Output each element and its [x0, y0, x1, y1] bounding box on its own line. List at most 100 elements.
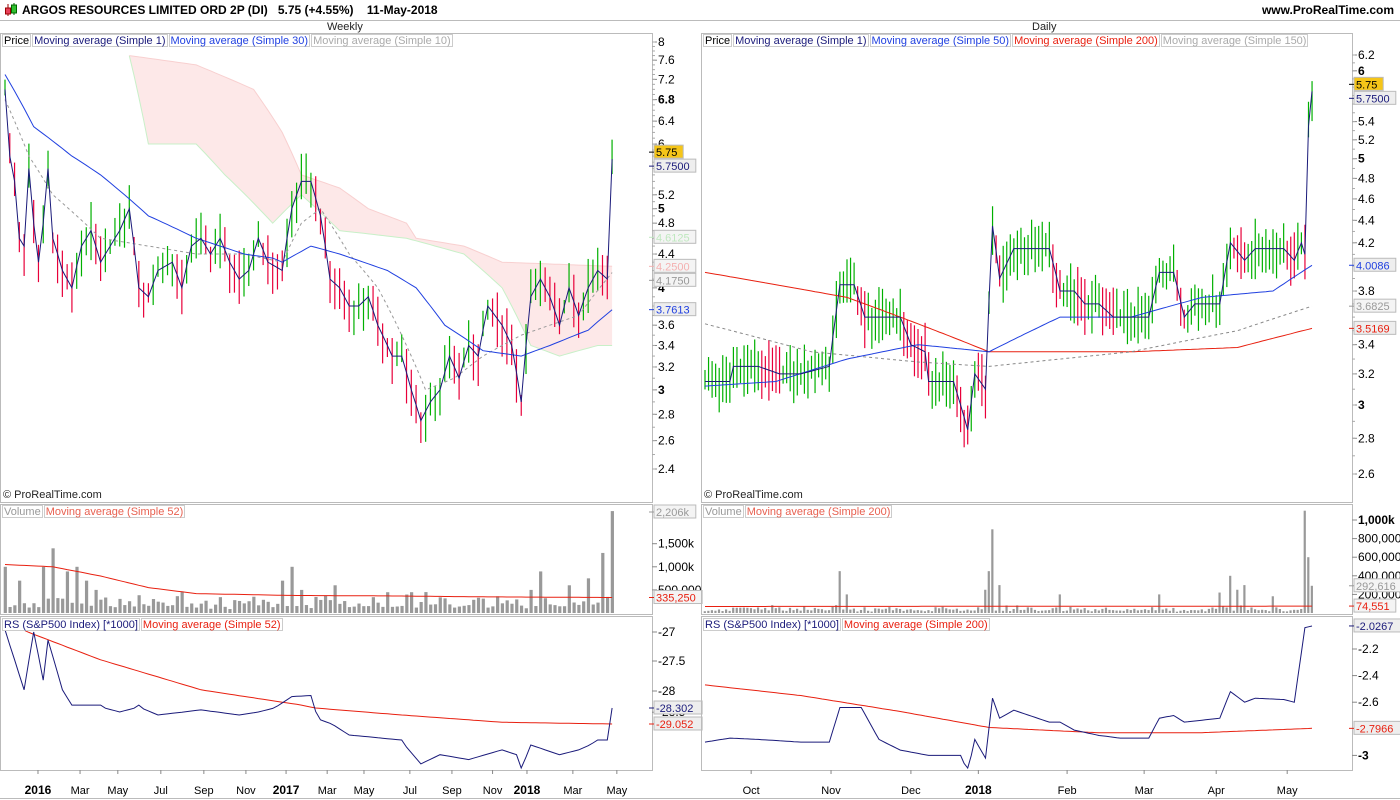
daily-volume-bar	[1307, 557, 1310, 613]
weekly-volume-bar	[519, 605, 524, 613]
daily-volume-bar	[1268, 611, 1271, 613]
daily-volume-bar	[966, 609, 969, 613]
weekly-volume-bar	[56, 598, 60, 613]
weekly-volume-bar	[142, 604, 146, 613]
legend-ma30[interactable]: Moving average (Simple 30)	[168, 34, 311, 47]
daily-volume-bar	[1296, 609, 1299, 613]
weekly-volume-bar	[323, 595, 328, 613]
legend-volume-ma[interactable]: Moving average (Simple 200)	[744, 505, 893, 518]
legend-rs-ma[interactable]: Moving average (Simple 52)	[140, 618, 283, 631]
weekly-volume-bar	[280, 580, 285, 613]
legend-volume[interactable]: Volume	[703, 505, 744, 518]
daily-volume-bar	[1257, 610, 1260, 613]
daily-volume-bar	[831, 606, 834, 613]
weekly-volume-bar	[261, 599, 266, 613]
weekly-price-tag: 5.7500	[656, 161, 690, 173]
daily-volume-bar	[867, 610, 870, 613]
weekly-volume-bar	[276, 603, 280, 613]
daily-volume-bar	[916, 610, 919, 613]
daily-volume-bar	[1019, 609, 1022, 613]
weekly-price-tick-label: 8	[658, 35, 665, 49]
weekly-x-tick-label: Mar	[563, 785, 582, 797]
daily-volume-bar	[920, 610, 923, 613]
weekly-volume-bar	[190, 603, 194, 613]
daily-volume-bar	[703, 611, 706, 613]
daily-volume-bar	[1278, 609, 1281, 613]
weekly-volume-bar	[194, 607, 199, 613]
daily-volume-bar	[1243, 585, 1246, 613]
daily-volume-bar	[1197, 610, 1200, 613]
legend-ma50[interactable]: Moving average (Simple 50)	[869, 34, 1012, 47]
daily-volume-bar	[1222, 606, 1225, 613]
weekly-volume-bar	[37, 607, 41, 613]
weekly-price-tick-label: 2.6	[658, 434, 675, 448]
daily-volume-bar	[710, 610, 713, 613]
daily-volume-bar	[1108, 609, 1111, 613]
daily-volume-bar	[884, 608, 887, 613]
legend-ma200[interactable]: Moving average (Simple 200)	[1012, 34, 1160, 47]
daily-volume-bar	[1076, 608, 1079, 613]
weekly-volume-bar	[266, 601, 270, 613]
legend-ma10[interactable]: Moving average (Simple 10)	[311, 34, 453, 47]
weekly-x-tick-label: May	[354, 785, 375, 797]
weekly-volume-bar	[510, 603, 514, 613]
daily-volume-bar	[1200, 609, 1203, 613]
weekly-volume-bar	[108, 606, 113, 613]
weekly-rs-tag: -28.302	[656, 703, 693, 715]
daily-volume-bar	[930, 611, 934, 613]
daily-volume-bar	[1140, 609, 1143, 613]
daily-price-tag: 3.6825	[1356, 301, 1390, 313]
daily-volume-bar	[813, 607, 816, 613]
weekly-volume-bar	[586, 578, 591, 613]
legend-volume[interactable]: Volume	[2, 505, 43, 518]
daily-volume-tag: 74,551	[1356, 601, 1390, 613]
daily-volume-bar	[1236, 589, 1239, 613]
legend-volume-ma[interactable]: Moving average (Simple 52)	[43, 505, 186, 518]
daily-volume-bar	[1133, 608, 1136, 613]
legend-ma1[interactable]: Moving average (Simple 1)	[733, 34, 869, 47]
weekly-volume-bar	[338, 603, 342, 613]
daily-volume-bar	[1232, 610, 1235, 613]
daily-volume-bar	[955, 608, 958, 613]
weekly-price-tick-label: 5	[658, 202, 665, 216]
daily-volume-bar	[938, 608, 941, 613]
legend-rs-ma[interactable]: Moving average (Simple 200)	[841, 618, 990, 631]
weekly-volume-bar	[8, 606, 12, 613]
daily-volume-bar	[1250, 607, 1253, 613]
weekly-volume-bar	[500, 603, 505, 613]
daily-volume-bar	[923, 611, 926, 613]
legend-ma1[interactable]: Moving average (Simple 1)	[32, 34, 168, 47]
daily-volume-bar	[1126, 609, 1129, 613]
weekly-volume-bar	[333, 585, 337, 613]
weekly-volume-bar	[448, 604, 452, 613]
chart-canvas[interactable]: 87.67.26.86.465.254.84.443.63.43.232.82.…	[0, 0, 1400, 800]
daily-volume-bar	[806, 609, 809, 613]
daily-volume-bar	[1069, 606, 1072, 613]
weekly-volume-bar	[390, 606, 395, 613]
daily-price-tick-label: 5.2	[1358, 133, 1375, 147]
weekly-volume-bar	[414, 607, 418, 613]
daily-x-tick-label: Oct	[743, 785, 760, 797]
weekly-volume-bar	[424, 592, 428, 613]
legend-rs[interactable]: RS (S&P500 Index) [*1000]	[2, 618, 140, 631]
daily-volume-bar	[959, 610, 962, 613]
weekly-volume-bar	[137, 595, 141, 613]
weekly-rs-tick-label: -28	[658, 684, 676, 698]
daily-rs-legend: RS (S&P500 Index) [*1000] Moving average…	[703, 618, 991, 631]
daily-volume-bar	[1151, 607, 1154, 613]
legend-price[interactable]: Price	[703, 34, 733, 47]
daily-volume-bar	[817, 608, 820, 613]
weekly-x-tick-label: May	[107, 785, 128, 797]
weekly-volume-bar	[381, 606, 385, 613]
legend-price[interactable]: Price	[2, 34, 32, 47]
daily-volume-bar	[1186, 611, 1189, 613]
weekly-rs-tick-label: -27	[658, 625, 676, 639]
legend-rs[interactable]: RS (S&P500 Index) [*1000]	[703, 618, 841, 631]
daily-volume-bar	[781, 610, 784, 613]
weekly-volume-bar	[70, 602, 74, 613]
legend-ma150[interactable]: Moving average (Simple 150)	[1160, 34, 1309, 47]
daily-volume-bar	[1072, 609, 1076, 613]
daily-price-tick-label: 5.4	[1358, 115, 1375, 129]
daily-volume-bar	[1090, 611, 1093, 613]
daily-volume-bar	[1282, 611, 1285, 613]
